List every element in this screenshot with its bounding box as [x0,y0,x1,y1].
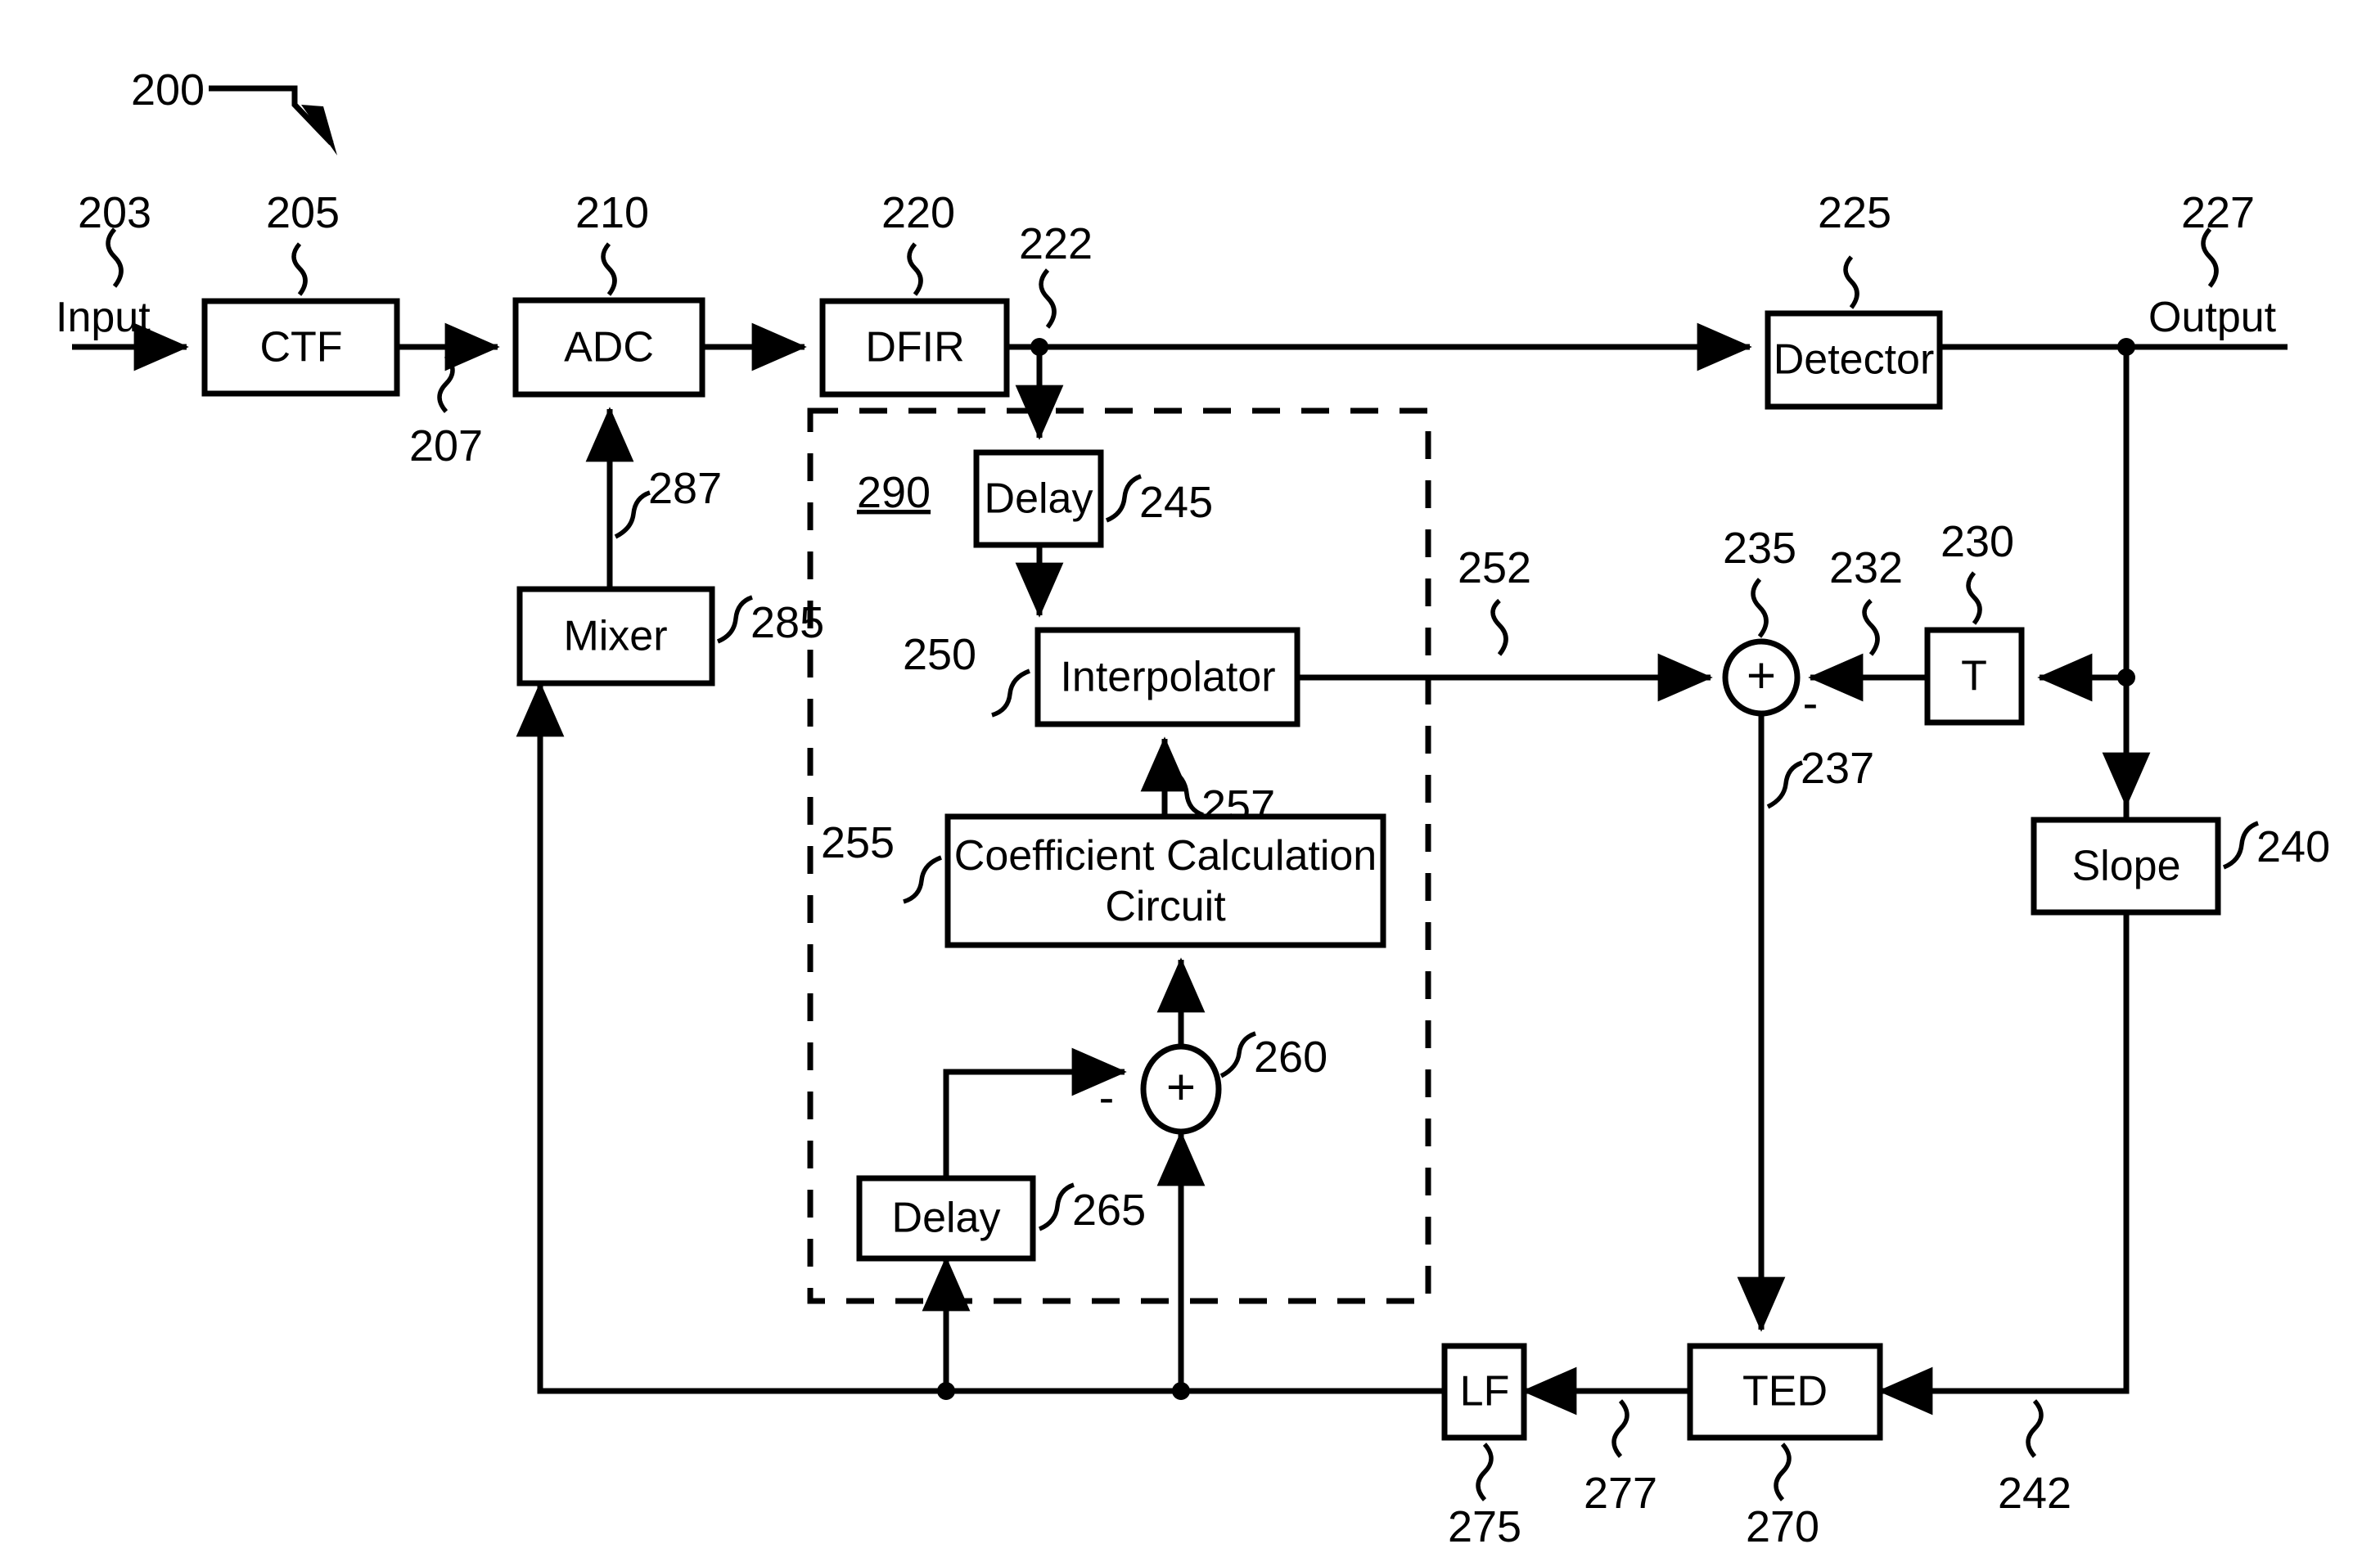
ref-260: 260 [1254,1033,1327,1082]
leader-220 [907,242,923,296]
block-dfir[interactable]: DFIR [819,298,1010,398]
ref-232: 232 [1829,543,1903,592]
ref-287: 287 [648,464,722,513]
leader-230 [1966,571,1982,625]
output-port-label: Output [2148,294,2277,341]
block-t-label: T [1961,653,1987,700]
leader-240 [2222,821,2259,870]
ref-225: 225 [1818,188,1891,237]
ref-210: 210 [575,188,649,237]
block-ctf-label: CTF [259,324,342,371]
ref-255: 255 [821,818,895,867]
block-ted-label: TED [1742,1368,1828,1416]
block-delay-265[interactable]: Delay [856,1175,1036,1262]
ref-207: 207 [409,421,483,470]
leader-210 [601,242,617,296]
block-adc-label: ADC [564,324,654,371]
figure-number-leader [209,85,337,155]
ref-245: 245 [1139,478,1213,527]
block-coefficient-calculation-circuit[interactable]: Coefficient Calculation Circuit [944,813,1386,948]
ref-222: 222 [1019,219,1093,268]
ref-237: 237 [1801,744,1874,793]
ref-265: 265 [1072,1186,1146,1235]
leader-205 [291,242,308,296]
leader-235 [1751,578,1769,638]
block-detector[interactable]: Detector [1765,310,1943,410]
leader-257 [1169,767,1204,817]
leader-207 [437,354,455,413]
ref-275: 275 [1448,1502,1521,1551]
leader-237 [1766,760,1803,809]
leader-287 [614,490,651,539]
leader-285 [716,595,753,644]
block-interpolator[interactable]: Interpolator [1034,627,1300,727]
summing-node-235-symbol: + [1747,647,1776,704]
leader-252 [1490,598,1508,656]
block-coeff-label-line1: Coefficient Calculation [954,832,1377,880]
ref-290: 290 [857,468,931,517]
block-detector-label: Detector [1774,336,1935,384]
ref-250: 250 [903,630,976,679]
leader-242 [2026,1399,2044,1458]
ref-230: 230 [1941,517,2014,566]
ref-277: 277 [1584,1469,1657,1518]
ref-227: 227 [2181,188,2255,237]
leader-232 [1862,598,1880,656]
ref-220: 220 [881,188,955,237]
summing-node-235-minus: - [1803,677,1819,728]
block-ctf[interactable]: CTF [201,298,400,397]
leader-277 [1611,1399,1629,1458]
summing-node-260[interactable]: + [1140,1043,1222,1135]
leader-270 [1774,1443,1792,1501]
block-slope[interactable]: Slope [2031,817,2221,916]
block-ted[interactable]: TED [1687,1343,1883,1441]
leader-265 [1038,1182,1075,1231]
leader-245 [1105,474,1142,523]
block-mixer[interactable]: Mixer [516,586,715,686]
ref-240: 240 [2256,822,2330,871]
ref-285: 285 [751,598,824,647]
block-adc[interactable]: ADC [512,297,705,398]
block-delay-245[interactable]: Delay [973,449,1104,548]
block-interpolator-label: Interpolator [1060,654,1275,701]
ref-205: 205 [266,188,340,237]
ref-200: 200 [131,65,205,115]
summing-node-260-symbol: + [1166,1059,1196,1115]
leader-222 [1039,268,1057,329]
block-t[interactable]: T [1924,627,2025,726]
figure-canvas: 290 200 CTF 205 ADC 210 207 DFIR 220 222… [0,0,2380,1553]
leader-260 [1219,1031,1256,1078]
leader-225 [1843,255,1859,309]
leader-255 [903,855,943,904]
block-delay-245-label: Delay [985,475,1093,523]
block-lf[interactable]: LF [1441,1343,1527,1441]
ref-235: 235 [1723,524,1796,573]
ref-270: 270 [1746,1502,1819,1551]
block-lf-label: LF [1460,1368,1510,1416]
ref-252: 252 [1458,543,1531,592]
leader-250 [991,668,1031,718]
summing-node-260-minus: - [1099,1071,1115,1123]
block-dfir-label: DFIR [865,324,964,371]
input-port-label: Input [56,294,151,341]
leader-203 [106,227,124,288]
leader-275 [1476,1443,1494,1501]
ref-203: 203 [78,188,151,237]
ref-242: 242 [1998,1469,2071,1518]
block-delay-265-label: Delay [892,1195,1001,1242]
block-mixer-label: Mixer [563,613,667,660]
block-coeff-label-line2: Circuit [1105,883,1226,930]
block-slope-label: Slope [2072,843,2181,890]
leader-227 [2201,227,2219,288]
summing-node-235[interactable]: + [1722,638,1801,717]
